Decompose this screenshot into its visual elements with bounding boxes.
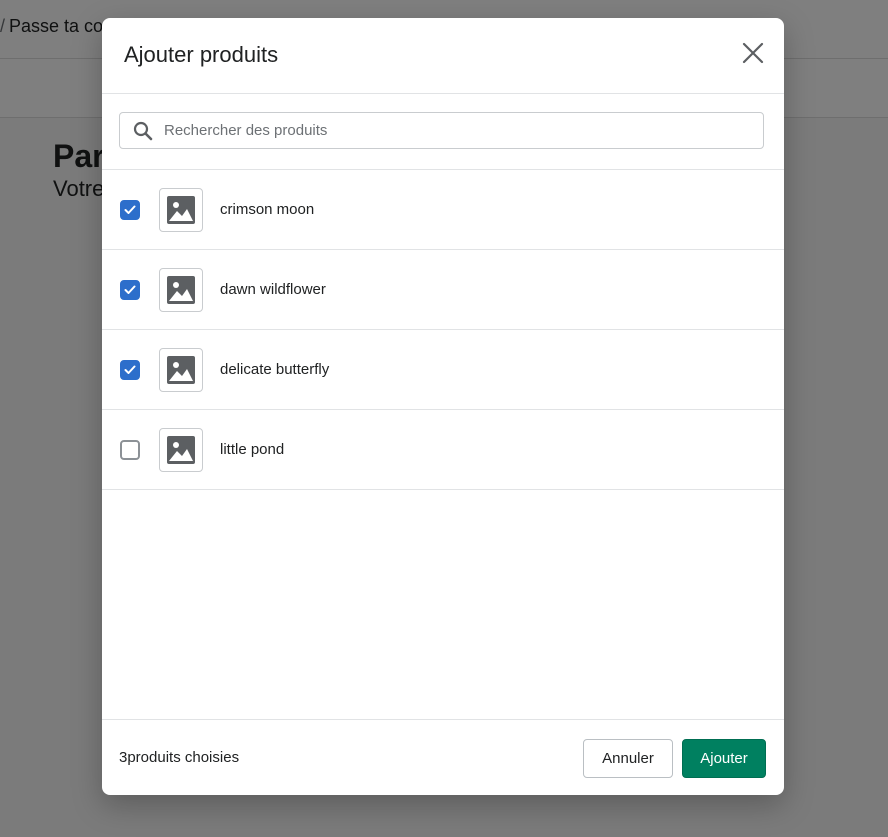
search-icon: [133, 121, 153, 141]
image-placeholder-icon: [167, 196, 195, 224]
add-products-modal: Ajouter produits Rechercher des produits…: [102, 18, 784, 795]
product-row-dawn-wildflower[interactable]: dawn wildflower: [102, 250, 784, 330]
product-checkbox[interactable]: [120, 280, 140, 300]
product-name: dawn wildflower: [220, 281, 326, 298]
product-row-little-pond[interactable]: little pond: [102, 410, 784, 490]
product-thumbnail: [159, 188, 203, 232]
modal-footer: 3produits choisies Annuler Ajouter: [102, 719, 784, 795]
product-name: little pond: [220, 441, 285, 458]
product-name: crimson moon: [220, 201, 315, 218]
product-row-crimson-moon[interactable]: crimson moon: [102, 170, 784, 250]
product-thumbnail: [159, 268, 203, 312]
modal-title: Ajouter produits: [124, 42, 279, 67]
close-icon: [742, 42, 764, 64]
checkmark-icon: [124, 205, 136, 214]
image-placeholder-icon: [167, 276, 195, 304]
modal-header: Ajouter produits: [102, 18, 784, 94]
search-section: [102, 94, 784, 170]
product-row-delicate-butterfly[interactable]: delicate butterfly: [102, 330, 784, 410]
search-input[interactable]: [164, 113, 754, 148]
search-field[interactable]: [119, 112, 764, 149]
cancel-button[interactable]: Annuler: [583, 739, 673, 778]
add-button[interactable]: Ajouter: [682, 739, 766, 778]
product-thumbnail: [159, 348, 203, 392]
product-name: delicate butterfly: [220, 361, 330, 378]
selected-count: 3produits choisies: [119, 749, 240, 766]
product-checkbox[interactable]: [120, 440, 140, 460]
product-checkbox[interactable]: [120, 200, 140, 220]
image-placeholder-icon: [167, 356, 195, 384]
checkmark-icon: [124, 285, 136, 294]
product-list: crimson moon dawn wildflower delicate bu…: [102, 170, 784, 490]
checkmark-icon: [124, 365, 136, 374]
close-button[interactable]: [740, 40, 766, 66]
image-placeholder-icon: [167, 436, 195, 464]
product-checkbox[interactable]: [120, 360, 140, 380]
product-thumbnail: [159, 428, 203, 472]
